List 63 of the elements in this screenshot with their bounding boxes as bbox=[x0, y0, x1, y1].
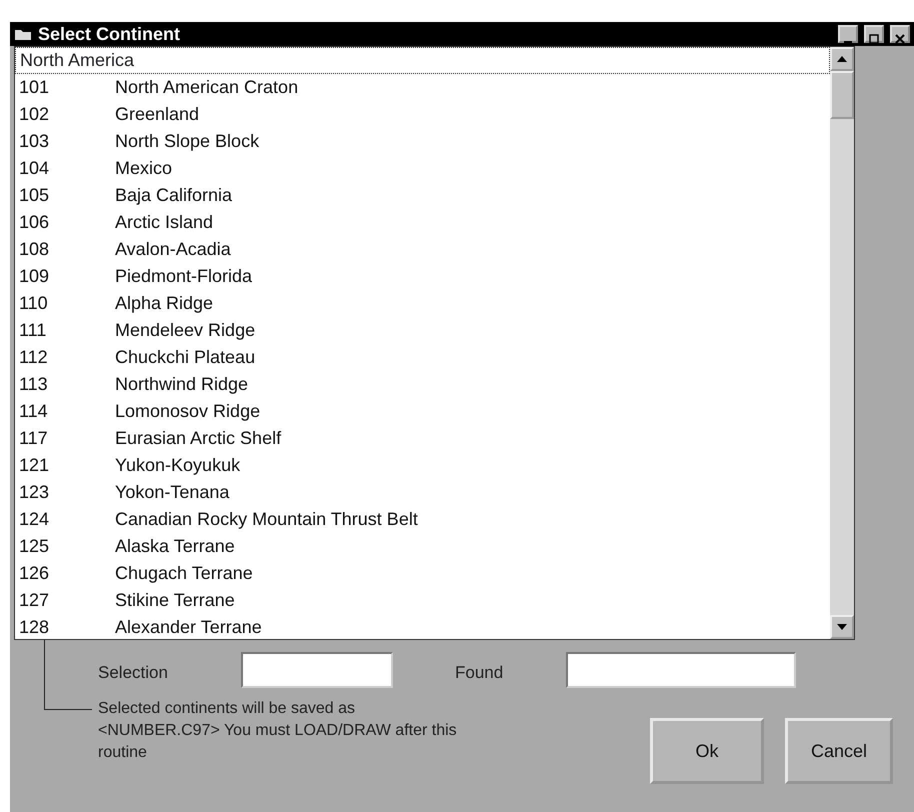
field-label: Selection bbox=[98, 662, 168, 684]
name-cell[interactable]: Baja California bbox=[115, 182, 232, 209]
scrollbar[interactable] bbox=[830, 47, 854, 639]
code-cell-text: 114 bbox=[19, 400, 49, 423]
dialog-button[interactable]: Ok bbox=[650, 718, 764, 784]
code-cell-text: 112 bbox=[19, 346, 49, 369]
name-cell[interactable]: North Slope Block bbox=[115, 128, 260, 155]
name-cell[interactable]: Avalon-Acadia bbox=[115, 236, 231, 263]
name-cell[interactable]: Mendeleev Ridge bbox=[115, 317, 256, 344]
leader-line bbox=[44, 640, 92, 710]
code-cell-text: 127 bbox=[19, 589, 50, 612]
name-cell[interactable]: Stikine Terrane bbox=[115, 587, 235, 614]
code-cell-text: 109 bbox=[19, 265, 50, 288]
code-cell-text: 125 bbox=[19, 535, 50, 558]
minimize-icon bbox=[844, 40, 852, 43]
scroll-down-button[interactable] bbox=[830, 615, 854, 639]
name-cell[interactable]: North American Craton bbox=[115, 74, 298, 101]
input-field[interactable] bbox=[241, 652, 393, 688]
code-cell-text: 111 bbox=[19, 319, 48, 342]
input-field[interactable] bbox=[566, 652, 796, 688]
code-cell-text: 108 bbox=[19, 238, 50, 261]
up-arrow-icon bbox=[837, 56, 847, 62]
name-cell[interactable]: Alpha Ridge bbox=[115, 290, 214, 317]
name-cell[interactable]: Chugach Terrane bbox=[115, 560, 253, 587]
window-title: Select Continent bbox=[38, 22, 180, 46]
code-cell-text: 123 bbox=[19, 481, 50, 504]
code-cell-text: 101 bbox=[19, 76, 50, 99]
name-cell[interactable]: Greenland bbox=[115, 101, 200, 128]
code-cell-text: 124 bbox=[19, 508, 50, 531]
name-cell[interactable]: Arctic Island bbox=[115, 209, 214, 236]
name-cell[interactable]: Canadian Rocky Mountain Thrust Belt bbox=[115, 506, 418, 533]
name-cell[interactable]: Alaska Terrane bbox=[115, 533, 235, 560]
name-cell[interactable]: Northwind Ridge bbox=[115, 371, 248, 398]
code-cell-text: 102 bbox=[19, 103, 50, 126]
minimize-button[interactable] bbox=[838, 25, 858, 43]
name-cell[interactable]: Piedmont-Florida bbox=[115, 263, 252, 290]
name-cell[interactable]: Eurasian Arctic Shelf bbox=[115, 425, 282, 452]
code-cell-text: 128 bbox=[19, 616, 50, 639]
note-text: Selected continents will be saved as <NUMBER.C97> You must LOAD/DRAW after this routine bbox=[98, 699, 458, 763]
maximize-button[interactable] bbox=[864, 25, 884, 43]
scroll-up-button[interactable] bbox=[830, 47, 854, 71]
code-cell-text: 105 bbox=[19, 184, 50, 207]
close-button[interactable] bbox=[890, 25, 910, 43]
code-cell-text: 110 bbox=[19, 292, 49, 315]
name-cell[interactable]: Mexico bbox=[115, 155, 172, 182]
folder-icon bbox=[14, 27, 32, 41]
dialog-button[interactable]: Cancel bbox=[785, 718, 893, 784]
code-cell-text: 104 bbox=[19, 157, 50, 180]
name-cell[interactable]: Lomonosov Ridge bbox=[115, 398, 260, 425]
list-header[interactable]: North America bbox=[15, 47, 830, 74]
scroll-thumb[interactable] bbox=[830, 71, 854, 119]
code-cell-text: 126 bbox=[19, 562, 50, 585]
name-cell[interactable]: Yokon-Tenana bbox=[115, 479, 230, 506]
code-cell-text: 121 bbox=[19, 454, 50, 477]
name-cell[interactable]: Alexander Terrane bbox=[115, 614, 262, 641]
code-cell-text: 113 bbox=[19, 373, 49, 396]
down-arrow-icon bbox=[837, 624, 847, 630]
code-cell-text: 106 bbox=[19, 211, 50, 234]
field-label: Found bbox=[455, 662, 504, 684]
name-cell[interactable]: Chuckchi Plateau bbox=[115, 344, 256, 371]
code-cell-text: 103 bbox=[19, 130, 50, 153]
name-cell[interactable]: Yukon-Koyukuk bbox=[115, 452, 240, 479]
code-cell-text: 117 bbox=[19, 427, 49, 450]
